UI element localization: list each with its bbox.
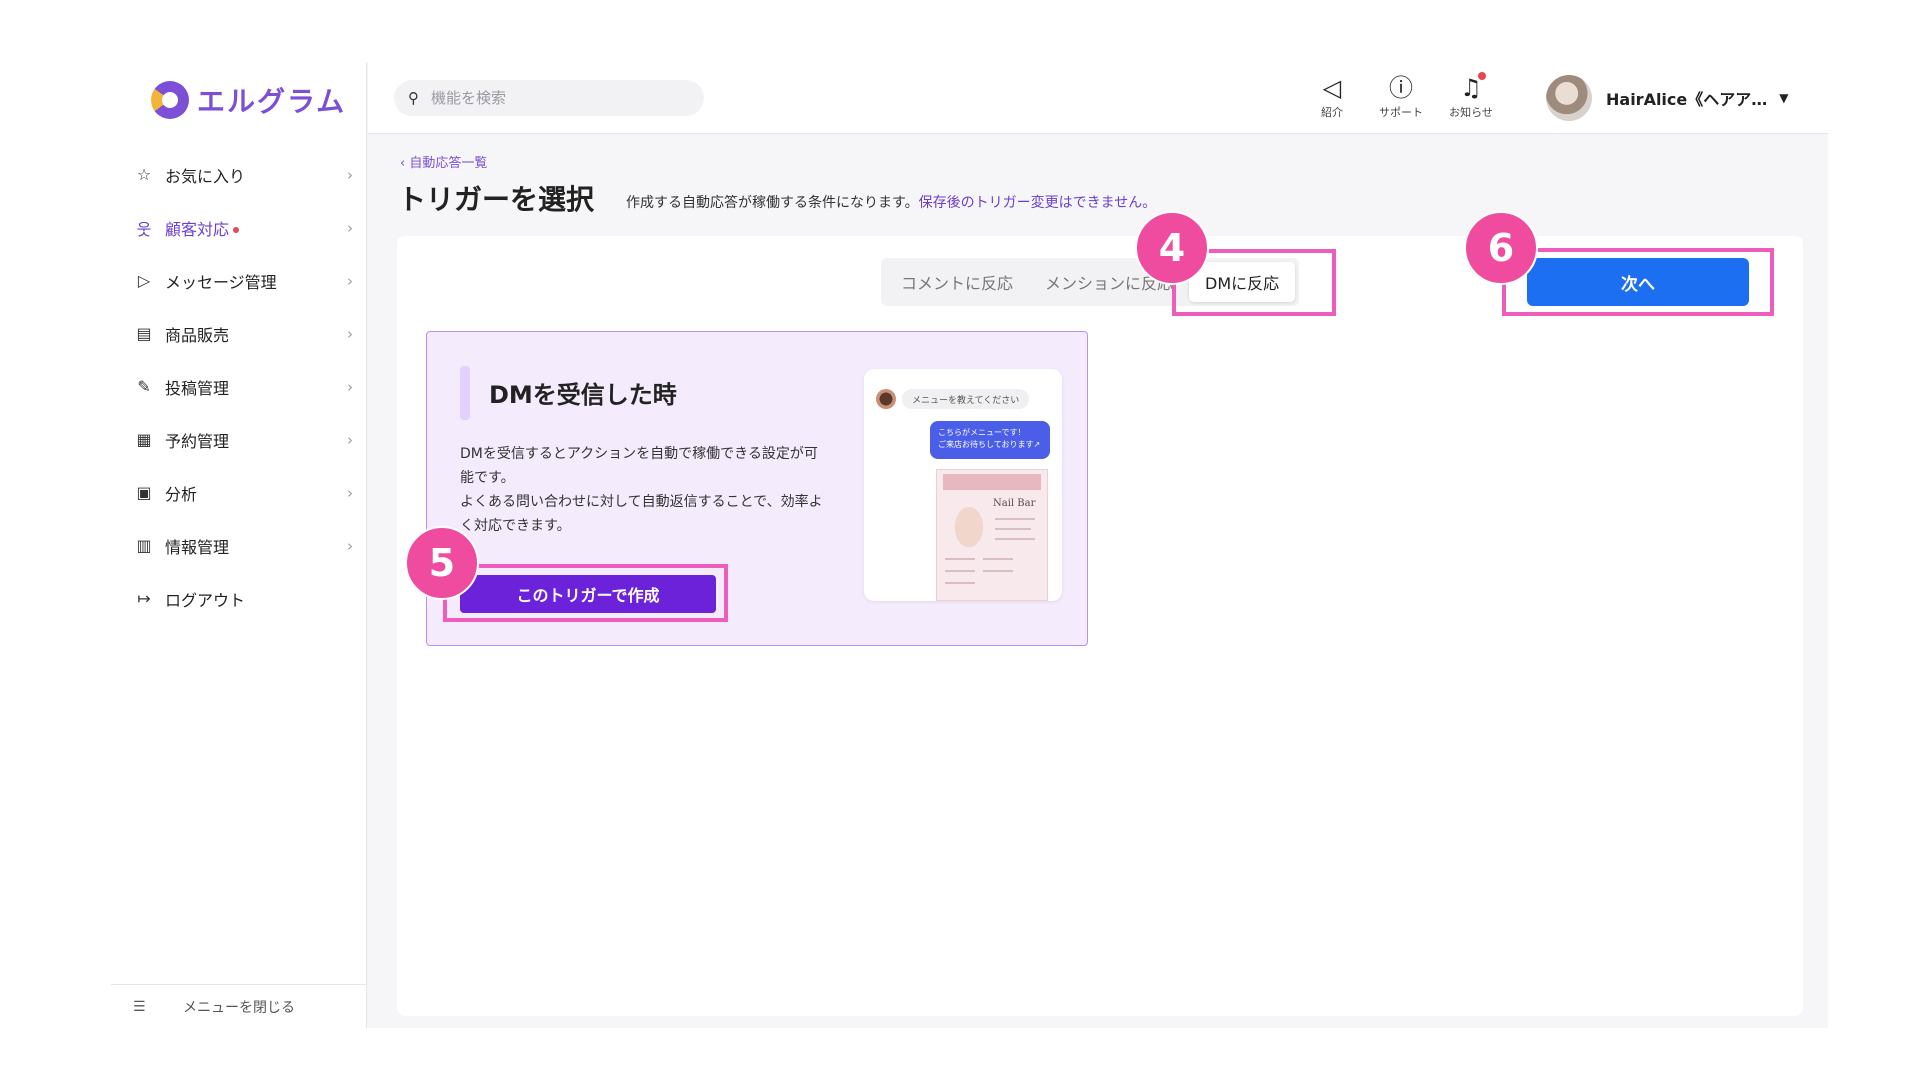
chevron-left-icon: ‹ bbox=[400, 156, 410, 171]
send-icon: ▷ bbox=[137, 271, 151, 290]
store-icon: ▤ bbox=[136, 324, 152, 343]
sidebar-item-sales[interactable]: ▤ 商品販売 › bbox=[111, 307, 367, 360]
preview-hand-image bbox=[947, 496, 991, 548]
sidebar-item-label: 商品販売 bbox=[165, 325, 230, 345]
page-title: トリガーを選択 bbox=[398, 183, 595, 216]
support-label: サポート bbox=[1379, 106, 1423, 119]
calendar-icon: ▦ bbox=[136, 430, 152, 449]
chevron-right-icon: › bbox=[347, 165, 353, 184]
avatar bbox=[1546, 75, 1592, 121]
intro-label: 紹介 bbox=[1321, 106, 1343, 119]
report-icon: ▣ bbox=[136, 483, 152, 502]
sidebar-item-label: メッセージ管理 bbox=[165, 272, 277, 292]
star-icon: ☆ bbox=[136, 165, 152, 184]
card-title: DMを受信した時 bbox=[489, 381, 677, 409]
preview-line bbox=[945, 558, 975, 560]
step-badge-5: 5 bbox=[405, 526, 479, 600]
chevron-right-icon: › bbox=[347, 483, 353, 502]
sidebar-item-messages[interactable]: ▷ メッセージ管理 › bbox=[111, 254, 367, 307]
logout-icon: ↦ bbox=[137, 589, 151, 608]
edit-icon: ✎ bbox=[137, 377, 151, 396]
chevron-right-icon: › bbox=[347, 218, 353, 237]
preview-line bbox=[983, 570, 1013, 572]
bell-icon: ♫ bbox=[1460, 72, 1486, 102]
chevron-right-icon: › bbox=[347, 536, 353, 555]
card-accent-bar bbox=[460, 366, 470, 420]
sidebar-item-customer-support[interactable]: 웃 顧客対応 › bbox=[111, 201, 367, 254]
search-box[interactable]: ⚲ bbox=[394, 80, 704, 116]
sidebar-item-label: 顧客対応 bbox=[165, 219, 230, 239]
subtitle-text: 作成する自動応答が稼働する条件になります。 bbox=[626, 195, 919, 211]
sidebar-nav: ☆ お気に入り › 웃 顧客対応 › ▷ メッセージ管理 › ▤ 商品販売 › … bbox=[111, 148, 367, 625]
caret-down-icon: ▼ bbox=[1779, 91, 1789, 105]
sidebar-item-analytics[interactable]: ▣ 分析 › bbox=[111, 466, 367, 519]
preview-outgoing-message: こちらがメニューです！ ご来店お待ちしております↗ bbox=[930, 421, 1050, 459]
sidebar-item-label: お気に入り bbox=[165, 166, 246, 186]
logo-text: エルグラム bbox=[197, 85, 347, 118]
chart-icon: ▥ bbox=[136, 536, 152, 555]
support-button[interactable]: ⓘ サポート bbox=[1371, 74, 1431, 120]
collapse-menu-label: メニューを閉じる bbox=[183, 999, 295, 1016]
highlight-box-next-button bbox=[1502, 248, 1774, 316]
notifications-button[interactable]: ♫ お知らせ bbox=[1441, 72, 1501, 120]
sidebar-item-label: 分析 bbox=[165, 484, 198, 504]
collapse-menu-button[interactable]: ☰ メニューを閉じる bbox=[111, 984, 367, 1028]
preview-incoming-message: メニューを教えてください bbox=[902, 389, 1030, 409]
sidebar: エルグラム ☆ お気に入り › 웃 顧客対応 › ▷ メッセージ管理 › ▤ 商… bbox=[111, 62, 367, 1028]
user-menu[interactable]: HairAlice《ヘアア… ▼ bbox=[1546, 74, 1789, 122]
chevron-right-icon: › bbox=[347, 377, 353, 396]
app-logo[interactable]: エルグラム bbox=[151, 76, 346, 124]
preview-brand: Nail Bar bbox=[993, 498, 1036, 509]
megaphone-icon: ◁ bbox=[1322, 74, 1342, 102]
preview-band bbox=[943, 474, 1041, 490]
sidebar-item-logout[interactable]: ↦ ログアウト bbox=[111, 572, 367, 625]
sidebar-item-label: 情報管理 bbox=[165, 537, 230, 557]
chevron-right-icon: › bbox=[347, 430, 353, 449]
chevron-right-icon: › bbox=[347, 324, 353, 343]
notification-dot bbox=[1477, 72, 1486, 80]
chevron-right-icon: › bbox=[347, 271, 353, 290]
breadcrumb-label: 自動応答一覧 bbox=[409, 156, 488, 171]
sidebar-item-posts[interactable]: ✎ 投稿管理 › bbox=[111, 360, 367, 413]
sidebar-item-label: 投稿管理 bbox=[165, 378, 230, 398]
intro-button[interactable]: ◁ 紹介 bbox=[1302, 74, 1362, 120]
sidebar-item-label: ログアウト bbox=[165, 590, 246, 610]
notification-dot bbox=[233, 227, 240, 233]
sidebar-item-label: 予約管理 bbox=[165, 431, 230, 451]
logo-mark-icon bbox=[151, 81, 189, 119]
preview-line bbox=[945, 582, 975, 584]
preview-avatar bbox=[876, 389, 896, 409]
top-bar: ⚲ ◁ 紹介 ⓘ サポート ♫ お知らせ HairAlice《ヘアア… ▼ bbox=[368, 62, 1828, 134]
sidebar-item-reservations[interactable]: ▦ 予約管理 › bbox=[111, 413, 367, 466]
breadcrumb[interactable]: ‹ 自動応答一覧 bbox=[400, 152, 487, 171]
highlight-box-create-button bbox=[443, 564, 728, 622]
preview-line bbox=[995, 518, 1035, 520]
user-icon: 웃 bbox=[136, 219, 152, 239]
search-input[interactable] bbox=[431, 89, 671, 107]
sidebar-item-info[interactable]: ▥ 情報管理 › bbox=[111, 519, 367, 572]
menu-collapse-icon: ☰ bbox=[133, 998, 146, 1015]
subtitle-warning: 保存後のトリガー変更はできません。 bbox=[918, 195, 1157, 211]
preview-line bbox=[945, 570, 975, 572]
help-icon: ⓘ bbox=[1389, 74, 1413, 102]
page-subtitle: 作成する自動応答が稼働する条件になります。保存後のトリガー変更はできません。 bbox=[626, 192, 1156, 212]
preview-line bbox=[983, 558, 1013, 560]
search-icon: ⚲ bbox=[408, 89, 419, 107]
user-name: HairAlice《ヘアア… bbox=[1606, 90, 1768, 109]
notifications-label: お知らせ bbox=[1449, 106, 1493, 119]
tab-comment[interactable]: コメントに反応 bbox=[885, 262, 1029, 302]
preview-line bbox=[995, 538, 1035, 540]
preview-menu-image: Nail Bar bbox=[936, 469, 1048, 601]
preview-line bbox=[995, 528, 1031, 530]
sidebar-item-favorites[interactable]: ☆ お気に入り › bbox=[111, 148, 367, 201]
card-description: DMを受信するとアクションを自動で稼働できる設定が可 能です。 よくある問い合わ… bbox=[460, 446, 823, 534]
step-badge-6: 6 bbox=[1464, 211, 1538, 285]
dm-preview-image: メニューを教えてください こちらがメニューです！ ご来店お待ちしております↗ N… bbox=[864, 369, 1062, 601]
step-badge-4: 4 bbox=[1135, 211, 1209, 285]
